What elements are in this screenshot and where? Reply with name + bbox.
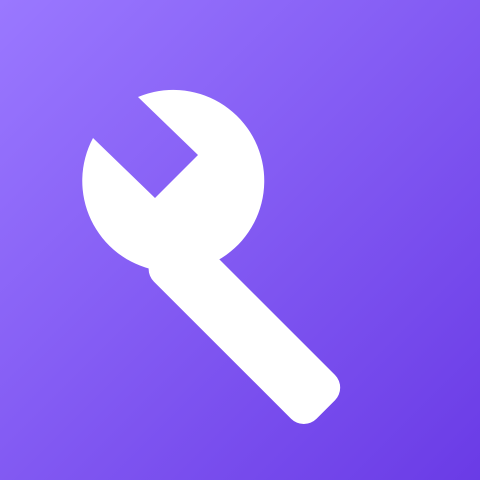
wrench-icon: [82, 89, 341, 425]
app-icon-tile: [0, 0, 480, 480]
